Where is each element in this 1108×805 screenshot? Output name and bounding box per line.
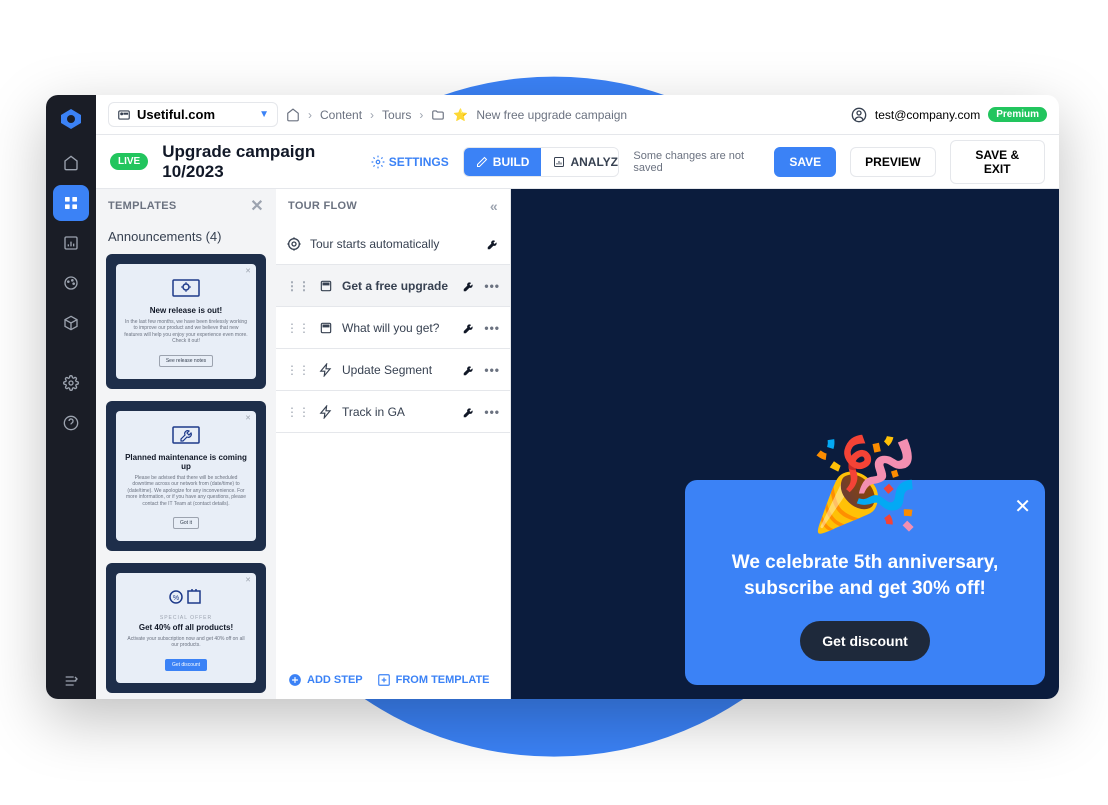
drag-handle[interactable]: ⋮⋮ <box>286 405 310 419</box>
svg-text:%: % <box>173 595 179 602</box>
chart-icon <box>553 156 565 168</box>
bolt-icon <box>318 362 334 378</box>
page-icon <box>318 320 334 336</box>
save-exit-button[interactable]: SAVE & EXIT <box>950 140 1045 184</box>
gear-icon <box>371 155 385 169</box>
templates-panel: TEMPLATES ✕ Announcements (4) ✕New relea… <box>96 189 276 699</box>
more-icon[interactable]: ••• <box>484 405 500 419</box>
template-plus-icon <box>377 673 391 687</box>
campaign-title: Upgrade campaign 10/2023 <box>162 142 357 182</box>
user-email[interactable]: test@company.com <box>875 108 980 122</box>
live-badge: LIVE <box>110 153 148 170</box>
flow-step-item[interactable]: ⋮⋮What will you get?••• <box>276 307 510 349</box>
template-card[interactable]: ✕%SPECIAL OFFERGet 40% off all products!… <box>106 563 266 693</box>
page-icon <box>318 278 334 294</box>
unsaved-text: Some changes are not saved <box>633 150 760 174</box>
star-icon: ⭐ <box>453 108 468 122</box>
content: TEMPLATES ✕ Announcements (4) ✕New relea… <box>96 189 1059 699</box>
sidebar <box>46 95 96 699</box>
promo-card: ✕ 🎉 We celebrate 5th anniversary, subscr… <box>685 480 1045 685</box>
sidebar-item-help[interactable] <box>53 405 89 441</box>
tab-analyze[interactable]: ANALYZE <box>541 148 619 176</box>
template-card[interactable]: ✕Planned maintenance is coming upPlease … <box>106 401 266 552</box>
breadcrumb-tours[interactable]: Tours <box>382 108 411 122</box>
main-area: Usetiful.com ▼ › Content › Tours › ⭐ New… <box>96 95 1059 699</box>
premium-badge: Premium <box>988 107 1047 122</box>
user-icon <box>851 107 867 123</box>
flow-step-item[interactable]: ⋮⋮Track in GA••• <box>276 391 510 433</box>
templates-category: Announcements (4) <box>106 223 266 254</box>
close-icon[interactable]: ✕ <box>1014 494 1031 519</box>
drag-handle[interactable]: ⋮⋮ <box>286 363 310 377</box>
settings-link[interactable]: SETTINGS <box>371 155 449 169</box>
gear-icon <box>286 236 302 252</box>
sidebar-item-package[interactable] <box>53 305 89 341</box>
app-window: Usetiful.com ▼ › Content › Tours › ⭐ New… <box>46 95 1059 699</box>
sidebar-item-collapse[interactable] <box>53 663 89 699</box>
mode-tabs: BUILD ANALYZE <box>463 147 620 177</box>
sidebar-item-home[interactable] <box>53 145 89 181</box>
template-card[interactable]: ✕New release is out!In the last few mont… <box>106 254 266 389</box>
preview-button[interactable]: PREVIEW <box>850 147 935 177</box>
sidebar-item-settings[interactable] <box>53 365 89 401</box>
breadcrumb-page: New free upgrade campaign <box>476 108 627 122</box>
add-step-button[interactable]: ADD STEP <box>288 673 363 687</box>
more-icon[interactable]: ••• <box>484 279 500 293</box>
flow-panel: TOUR FLOW « Tour starts automatically ⋮⋮… <box>276 189 511 699</box>
home-icon[interactable] <box>286 108 300 122</box>
bolt-icon <box>318 404 334 420</box>
pencil-icon <box>476 156 488 168</box>
plus-icon <box>288 673 302 687</box>
flow-step-item[interactable]: ⋮⋮Get a free upgrade••• <box>276 265 510 307</box>
site-selector[interactable]: Usetiful.com ▼ <box>108 102 278 127</box>
templates-header: TEMPLATES <box>108 200 177 212</box>
site-name: Usetiful.com <box>137 107 215 122</box>
breadcrumb-content[interactable]: Content <box>320 108 362 122</box>
flow-header: TOUR FLOW <box>288 200 357 212</box>
wrench-icon[interactable] <box>486 237 500 251</box>
logo-icon <box>57 105 85 133</box>
more-icon[interactable]: ••• <box>484 363 500 377</box>
save-button[interactable]: SAVE <box>774 147 836 177</box>
more-icon[interactable]: ••• <box>484 321 500 335</box>
drag-handle[interactable]: ⋮⋮ <box>286 321 310 335</box>
drag-handle[interactable]: ⋮⋮ <box>286 279 310 293</box>
collapse-icon[interactable]: « <box>490 198 498 214</box>
party-icon: 🎉 <box>809 432 921 537</box>
preview-area: ✕ 🎉 We celebrate 5th anniversary, subscr… <box>511 189 1059 699</box>
tab-build[interactable]: BUILD <box>464 148 542 176</box>
breadcrumb: › Content › Tours › ⭐ New free upgrade c… <box>286 108 627 122</box>
topbar: Usetiful.com ▼ › Content › Tours › ⭐ New… <box>96 95 1059 135</box>
flow-step-item[interactable]: ⋮⋮Update Segment••• <box>276 349 510 391</box>
flow-start-item[interactable]: Tour starts automatically <box>276 223 510 265</box>
sidebar-item-palette[interactable] <box>53 265 89 301</box>
sidebar-item-grid[interactable] <box>53 185 89 221</box>
close-icon[interactable]: ✕ <box>250 196 264 216</box>
from-template-button[interactable]: FROM TEMPLATE <box>377 673 490 687</box>
get-discount-button[interactable]: Get discount <box>800 621 930 661</box>
promo-text: We celebrate 5th anniversary, subscribe … <box>709 550 1021 603</box>
header-row: LIVE Upgrade campaign 10/2023 SETTINGS B… <box>96 135 1059 189</box>
folder-icon <box>431 108 445 122</box>
sidebar-item-analytics[interactable] <box>53 225 89 261</box>
